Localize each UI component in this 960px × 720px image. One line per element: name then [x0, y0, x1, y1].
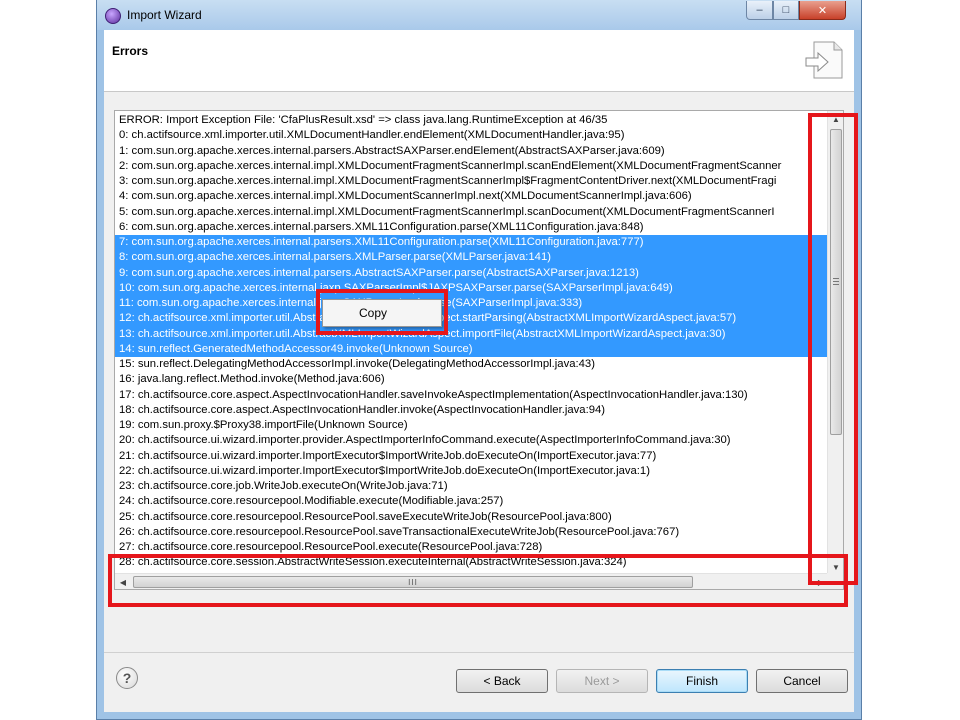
- log-line[interactable]: 0: ch.actifsource.xml.importer.util.XMLD…: [115, 128, 833, 143]
- context-menu: Copy: [322, 299, 442, 327]
- log-line[interactable]: 7: com.sun.org.apache.xerces.internal.pa…: [115, 235, 833, 251]
- log-line[interactable]: 12: ch.actifsource.xml.importer.util.Abs…: [115, 311, 833, 327]
- log-line[interactable]: 24: ch.actifsource.core.resourcepool.Mod…: [115, 494, 833, 509]
- log-line[interactable]: 20: ch.actifsource.ui.wizard.importer.pr…: [115, 433, 833, 448]
- maximize-button[interactable]: □: [773, 1, 799, 20]
- horizontal-scroll-thumb[interactable]: III: [133, 576, 693, 588]
- log-line[interactable]: 4: com.sun.org.apache.xerces.internal.im…: [115, 189, 833, 204]
- log-line[interactable]: 2: com.sun.org.apache.xerces.internal.im…: [115, 159, 833, 174]
- back-button[interactable]: < Back: [456, 669, 548, 693]
- vertical-scrollbar[interactable]: ▲ ▼: [827, 111, 843, 575]
- next-button: Next >: [556, 669, 648, 693]
- error-log-textarea[interactable]: ERROR: Import Exception File: 'CfaPlusRe…: [114, 110, 844, 590]
- vertical-scroll-thumb[interactable]: [830, 129, 842, 435]
- window-title: Import Wizard: [127, 8, 202, 22]
- log-line[interactable]: 25: ch.actifsource.core.resourcepool.Res…: [115, 510, 833, 525]
- log-line[interactable]: 27: ch.actifsource.core.resourcepool.Res…: [115, 540, 833, 555]
- log-line[interactable]: 10: com.sun.org.apache.xerces.internal.j…: [115, 280, 833, 296]
- log-line[interactable]: 3: com.sun.org.apache.xerces.internal.im…: [115, 174, 833, 189]
- scroll-up-arrow-icon[interactable]: ▲: [828, 111, 844, 127]
- log-line[interactable]: 16: java.lang.reflect.Method.invoke(Meth…: [115, 372, 833, 387]
- eclipse-app-icon: [105, 8, 121, 24]
- wizard-content: ERROR: Import Exception File: 'CfaPlusRe…: [104, 92, 854, 652]
- log-line[interactable]: 26: ch.actifsource.core.resourcepool.Res…: [115, 525, 833, 540]
- log-line[interactable]: 23: ch.actifsource.core.job.WriteJob.exe…: [115, 479, 833, 494]
- import-wizard-window: Import Wizard – □ ✕ Errors ERROR: Import…: [96, 0, 862, 720]
- title-bar[interactable]: Import Wizard – □ ✕: [97, 0, 861, 30]
- wizard-footer: ? < Back Next > Finish Cancel: [104, 652, 854, 712]
- log-line[interactable]: 1: com.sun.org.apache.xerces.internal.pa…: [115, 144, 833, 159]
- cancel-button[interactable]: Cancel: [756, 669, 848, 693]
- log-line[interactable]: 28: ch.actifsource.core.session.Abstract…: [115, 555, 833, 570]
- page-title: Errors: [112, 44, 149, 58]
- log-line[interactable]: 17: ch.actifsource.core.aspect.AspectInv…: [115, 388, 833, 403]
- error-log-lines[interactable]: ERROR: Import Exception File: 'CfaPlusRe…: [115, 113, 833, 573]
- log-line[interactable]: 6: com.sun.org.apache.xerces.internal.pa…: [115, 220, 833, 235]
- log-line[interactable]: 5: com.sun.org.apache.xerces.internal.im…: [115, 205, 833, 220]
- log-line[interactable]: 11: com.sun.org.apache.xerces.internal.j…: [115, 296, 833, 312]
- log-line[interactable]: 8: com.sun.org.apache.xerces.internal.pa…: [115, 250, 833, 266]
- horizontal-scrollbar[interactable]: ◀ III ▶: [115, 573, 829, 589]
- log-line[interactable]: ERROR: Import Exception File: 'CfaPlusRe…: [115, 113, 833, 128]
- log-line[interactable]: 13: ch.actifsource.xml.importer.util.Abs…: [115, 326, 833, 342]
- import-wizard-icon: [805, 41, 843, 79]
- scrollbar-corner: [827, 573, 843, 589]
- context-menu-item-copy[interactable]: Copy: [325, 302, 439, 324]
- wizard-header: Errors: [104, 30, 854, 92]
- log-line[interactable]: 9: com.sun.org.apache.xerces.internal.pa…: [115, 265, 833, 281]
- log-line[interactable]: 21: ch.actifsource.ui.wizard.importer.Im…: [115, 449, 833, 464]
- finish-button[interactable]: Finish: [656, 669, 748, 693]
- scroll-left-arrow-icon[interactable]: ◀: [115, 574, 131, 590]
- minimize-button[interactable]: –: [746, 1, 773, 20]
- help-icon[interactable]: ?: [116, 667, 138, 689]
- grip-icon: [833, 278, 839, 285]
- log-line[interactable]: 19: com.sun.proxy.$Proxy38.importFile(Un…: [115, 418, 833, 433]
- close-button[interactable]: ✕: [799, 1, 846, 20]
- log-line[interactable]: 14: sun.reflect.GeneratedMethodAccessor4…: [115, 341, 833, 357]
- log-line[interactable]: 18: ch.actifsource.core.aspect.AspectInv…: [115, 403, 833, 418]
- log-line[interactable]: 15: sun.reflect.DelegatingMethodAccessor…: [115, 357, 833, 372]
- log-line[interactable]: 22: ch.actifsource.ui.wizard.importer.Im…: [115, 464, 833, 479]
